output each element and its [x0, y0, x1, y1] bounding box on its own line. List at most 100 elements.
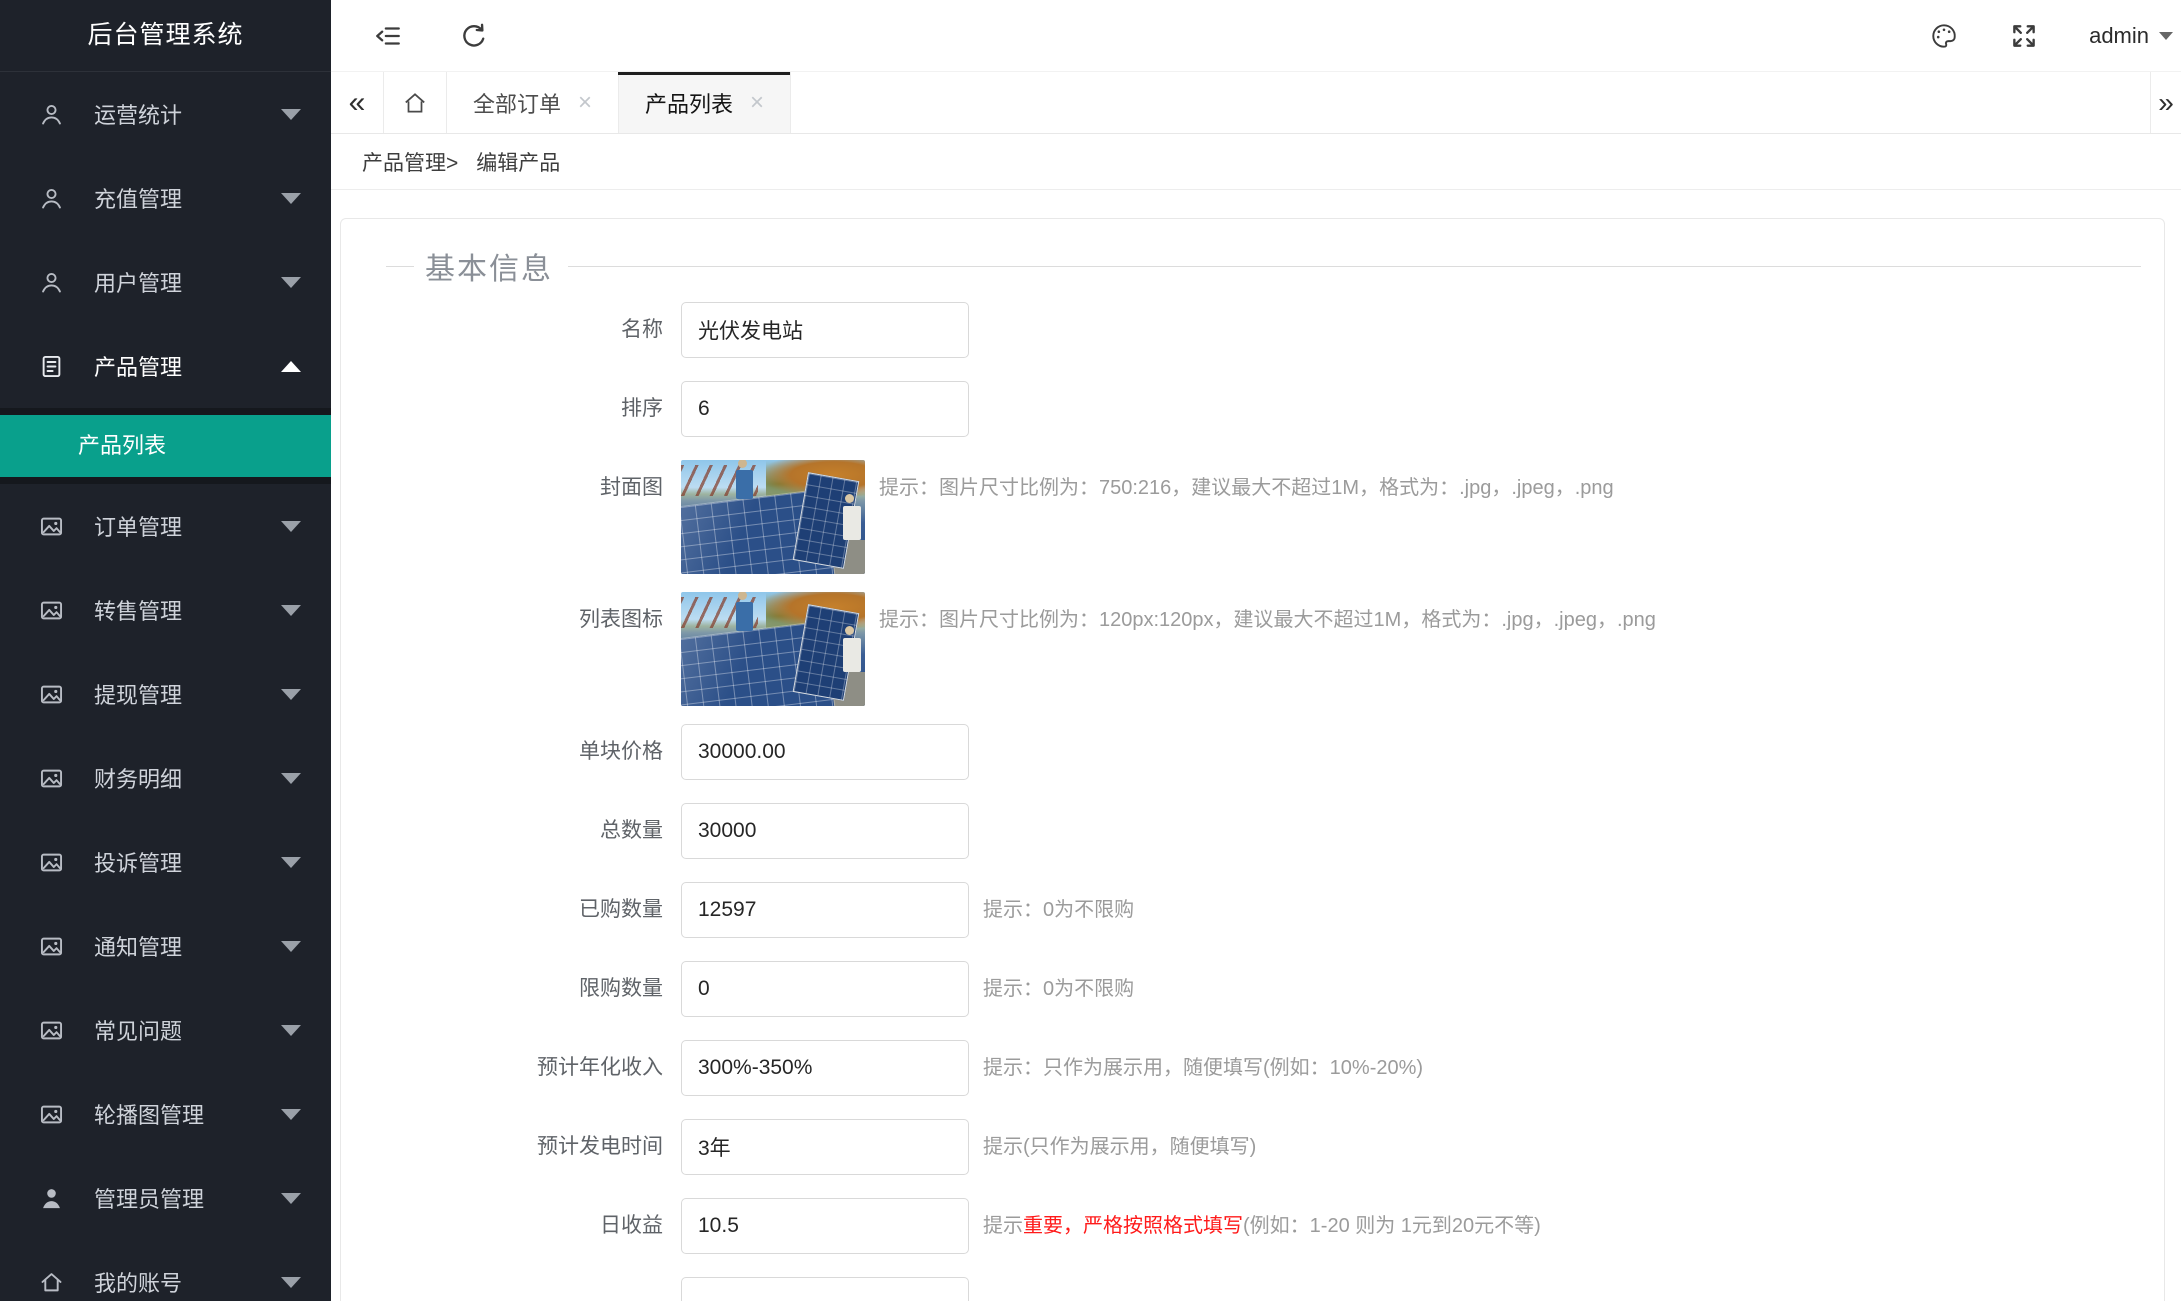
chevron-down-icon	[281, 1193, 301, 1204]
image-icon	[38, 765, 65, 792]
image-icon	[38, 1101, 65, 1128]
tab-product-list[interactable]: 产品列表 ×	[619, 72, 791, 133]
breadcrumb: 产品管理> 编辑产品	[331, 134, 2181, 190]
sidebar-item-complaints[interactable]: 投诉管理	[0, 820, 331, 904]
close-icon[interactable]: ×	[750, 91, 764, 115]
sidebar-item-admins[interactable]: 管理员管理	[0, 1156, 331, 1240]
tab-bar: « 全部订单 × 产品列表 × »	[331, 72, 2181, 134]
edit-product-form: 名称 排序 封面图	[341, 302, 2164, 1301]
form-row-unit-price: 单块价格	[341, 724, 2164, 780]
annual-return-hint: 提示：只作为展示用，随便填写(例如：10%-20%)	[983, 1040, 1423, 1096]
gen-time-hint: 提示(只作为展示用，随便填写)	[983, 1119, 1256, 1175]
cover-image-preview[interactable]	[681, 460, 865, 574]
purchased-qty-label: 已购数量	[341, 882, 663, 938]
unit-price-input[interactable]	[681, 724, 969, 780]
form-row-limit-qty: 限购数量 提示：0为不限购	[341, 961, 2164, 1017]
sidebar-item-products[interactable]: 产品管理	[0, 324, 331, 408]
tab-all-orders[interactable]: 全部订单 ×	[447, 72, 619, 133]
thumb-worker	[843, 506, 861, 540]
form-row-cover: 封面图 提示：图片尺寸比例为：750:216，建议最大不超过1M，格式为：.jp…	[341, 460, 2164, 574]
sidebar-item-my-account[interactable]: 我的账号	[0, 1240, 331, 1301]
next-field-input[interactable]	[681, 1277, 969, 1301]
fullscreen-button[interactable]	[2009, 21, 2039, 51]
daily-income-input[interactable]	[681, 1198, 969, 1254]
gen-time-input[interactable]	[681, 1119, 969, 1175]
fullscreen-icon	[2009, 21, 2039, 51]
sidebar-item-operations-stats[interactable]: 运营统计	[0, 72, 331, 156]
cover-label: 封面图	[341, 460, 663, 516]
tab-home[interactable]	[384, 72, 447, 133]
form-row-gen-time: 预计发电时间 提示(只作为展示用，随便填写)	[341, 1119, 2164, 1175]
thumb-worker	[843, 638, 861, 672]
tabs-scroll-left-button[interactable]: «	[331, 72, 384, 133]
gen-time-label: 预计发电时间	[341, 1119, 663, 1175]
chevron-down-icon	[281, 941, 301, 952]
list-icon-hint: 提示：图片尺寸比例为：120px:120px，建议最大不超过1M，格式为：.jp…	[879, 592, 1656, 648]
sidebar-item-withdrawals[interactable]: 提现管理	[0, 652, 331, 736]
admin-app: 后台管理系统 运营统计 充值管理 用户管理 产品	[0, 0, 2181, 1301]
sidebar-item-carousel[interactable]: 轮播图管理	[0, 1072, 331, 1156]
unit-price-label: 单块价格	[341, 724, 663, 780]
chevron-down-icon	[281, 193, 301, 204]
sidebar-item-product-list[interactable]: 产品列表	[0, 415, 331, 477]
total-qty-label: 总数量	[341, 803, 663, 859]
form-row-next-partial	[341, 1277, 2164, 1301]
sidebar-item-recharge[interactable]: 充值管理	[0, 156, 331, 240]
app-title: 后台管理系统	[0, 0, 331, 72]
purchased-qty-input[interactable]	[681, 882, 969, 938]
sidebar-item-resale[interactable]: 转售管理	[0, 568, 331, 652]
cover-hint: 提示：图片尺寸比例为：750:216，建议最大不超过1M，格式为：.jpg，.j…	[879, 460, 1614, 516]
sidebar: 后台管理系统 运营统计 充值管理 用户管理 产品	[0, 0, 331, 1301]
image-icon	[38, 513, 65, 540]
form-row-sort: 排序	[341, 381, 2164, 437]
edit-product-card: 基本信息 名称 排序 封面图	[340, 218, 2165, 1301]
purchased-qty-hint: 提示：0为不限购	[983, 882, 1134, 938]
sidebar-item-finance-detail[interactable]: 财务明细	[0, 736, 331, 820]
user-solid-icon	[38, 1185, 65, 1212]
user-icon	[38, 185, 65, 212]
sort-label: 排序	[341, 381, 663, 437]
sort-input[interactable]	[681, 381, 969, 437]
sidebar-item-orders[interactable]: 订单管理	[0, 484, 331, 568]
limit-qty-input[interactable]	[681, 961, 969, 1017]
tabs-scroll-right-button[interactable]: »	[2150, 72, 2181, 133]
home-icon	[38, 1269, 65, 1296]
sidebar-item-notifications[interactable]: 通知管理	[0, 904, 331, 988]
sidebar-fold-button[interactable]	[373, 21, 403, 51]
refresh-icon	[459, 21, 489, 51]
image-icon	[38, 681, 65, 708]
section-basic-info: 基本信息	[341, 247, 2164, 285]
chevron-down-icon	[281, 521, 301, 532]
theme-button[interactable]	[1929, 21, 1959, 51]
sidebar-item-faq[interactable]: 常见问题	[0, 988, 331, 1072]
form-row-purchased-qty: 已购数量 提示：0为不限购	[341, 882, 2164, 938]
user-menu[interactable]: admin	[2089, 23, 2173, 49]
name-input[interactable]	[681, 302, 969, 358]
name-label: 名称	[341, 302, 663, 358]
refresh-button[interactable]	[459, 21, 489, 51]
chevron-down-icon	[281, 1277, 301, 1288]
chevron-up-icon	[281, 361, 301, 372]
user-icon	[38, 101, 65, 128]
list-icon-label: 列表图标	[341, 592, 663, 648]
sidebar-item-users[interactable]: 用户管理	[0, 240, 331, 324]
annual-return-label: 预计年化收入	[341, 1040, 663, 1096]
list-icon-image-preview[interactable]	[681, 592, 865, 706]
total-qty-input[interactable]	[681, 803, 969, 859]
annual-return-input[interactable]	[681, 1040, 969, 1096]
username: admin	[2089, 23, 2149, 49]
main-area: admin « 全部订单 × 产品列表 × »	[331, 0, 2181, 1301]
thumb-worker	[736, 470, 753, 499]
palette-icon	[1929, 21, 1959, 51]
breadcrumb-parent: 产品管理>	[362, 147, 458, 177]
menu-fold-icon	[373, 21, 403, 51]
close-icon[interactable]: ×	[578, 91, 592, 115]
breadcrumb-current: 编辑产品	[476, 147, 560, 177]
chevron-down-icon	[281, 773, 301, 784]
form-row-total-qty: 总数量	[341, 803, 2164, 859]
form-row-name: 名称	[341, 302, 2164, 358]
content-area: 基本信息 名称 排序 封面图	[331, 190, 2181, 1301]
daily-income-hint: 提示重要，严格按照格式填写(例如：1-20 则为 1元到20元不等)	[983, 1198, 1541, 1254]
limit-qty-label: 限购数量	[341, 961, 663, 1017]
chevron-down-icon	[281, 109, 301, 120]
